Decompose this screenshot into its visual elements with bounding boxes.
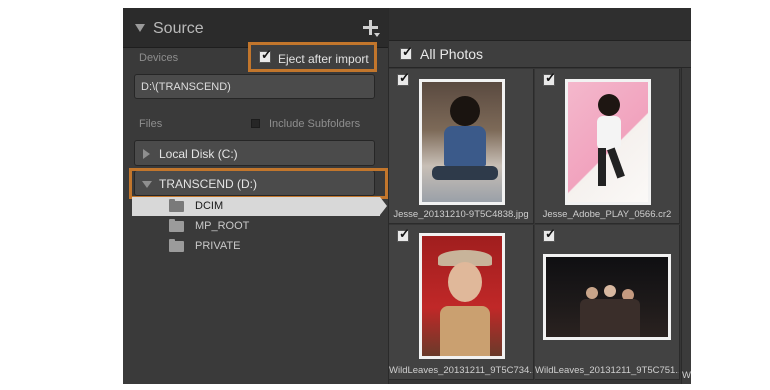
photo-filename: Jesse_20131210-9T5C4838.jpg (393, 209, 529, 220)
all-photos-checkbox[interactable]: ✓ (400, 44, 413, 60)
expand-triangle-icon[interactable] (143, 149, 150, 159)
photo-cell[interactable]: ✓ Jesse_Adobe_PLAY_0566.cr2 (535, 69, 680, 224)
device-selector[interactable]: D:\(TRANSCEND) (134, 74, 375, 99)
folder-label: PRIVATE (195, 240, 241, 252)
photo-thumbnail[interactable] (419, 79, 505, 205)
folder-row-private[interactable]: PRIVATE (132, 237, 380, 256)
photo-cell[interactable]: ✓ WildLeaves_20131211_9T5C734... (389, 225, 534, 380)
device-path: D:\(TRANSCEND) (141, 81, 231, 93)
checkmark-icon: ✓ (399, 70, 410, 85)
folder-row-mp-root[interactable]: MP_ROOT (132, 217, 380, 236)
checkmark-icon: ✓ (402, 44, 413, 59)
add-source-icon[interactable] (363, 20, 381, 38)
all-photos-bar[interactable]: ✓ All Photos (389, 41, 691, 68)
transcend-highlight-outline (129, 168, 388, 199)
photo-thumbnail[interactable] (543, 254, 671, 340)
all-photos-label: All Photos (420, 46, 484, 62)
photo-grid-area: ✓ All Photos ✓ Jesse_20131210-9T5C4838.j… (389, 8, 691, 384)
include-subfolders-label: Include Subfolders (269, 118, 361, 130)
folder-label: MP_ROOT (195, 220, 250, 232)
files-label: Files (139, 118, 163, 130)
folder-row-dcim[interactable]: DCIM (132, 197, 387, 216)
grid-top-bar (389, 8, 691, 41)
folder-label: DCIM (195, 200, 224, 212)
photo-checkbox[interactable]: ✓ (397, 70, 410, 86)
eject-after-import-label: Eject after import (278, 52, 369, 66)
devices-label: Devices (139, 52, 179, 64)
eject-checkbox[interactable]: ✓ (259, 47, 272, 63)
checkmark-icon: ✓ (545, 70, 556, 85)
photo-thumbnail[interactable] (419, 233, 505, 359)
folder-icon (169, 199, 184, 212)
partial-filename: W (682, 370, 691, 381)
photo-filename: WildLeaves_20131211_9T5C734... (389, 365, 533, 376)
checkmark-icon: ✓ (545, 226, 556, 241)
import-window: Source Devices ✓ Eject after import D:\(… (123, 8, 691, 384)
photo-checkbox[interactable]: ✓ (543, 70, 556, 86)
photo-thumbnail[interactable] (565, 79, 651, 205)
photo-cell[interactable]: ✓ Jesse_20131210-9T5C4838.jpg (389, 69, 534, 224)
disk-label: Local Disk (C:) (159, 147, 238, 161)
photo-checkbox[interactable]: ✓ (543, 226, 556, 242)
photo-checkbox[interactable]: ✓ (397, 226, 410, 242)
folder-icon (169, 219, 184, 232)
next-column-strip: W (681, 68, 691, 384)
include-subfolders-checkbox[interactable] (251, 119, 260, 128)
disk-local-c[interactable]: Local Disk (C:) (134, 140, 375, 166)
source-panel-title: Source (153, 20, 204, 37)
folder-icon (169, 239, 184, 252)
source-panel: Source Devices ✓ Eject after import D:\(… (123, 8, 388, 384)
eject-after-import-option[interactable]: ✓ Eject after import (248, 42, 377, 72)
collapse-triangle-icon[interactable] (135, 24, 145, 32)
photo-cell[interactable]: ✓ WildLeaves_20131211_9T5C751... (535, 225, 680, 380)
checkmark-icon: ✓ (399, 226, 410, 241)
photo-filename: Jesse_Adobe_PLAY_0566.cr2 (542, 209, 672, 220)
photo-filename: WildLeaves_20131211_9T5C751... (535, 365, 679, 376)
checkmark-icon: ✓ (261, 47, 272, 62)
